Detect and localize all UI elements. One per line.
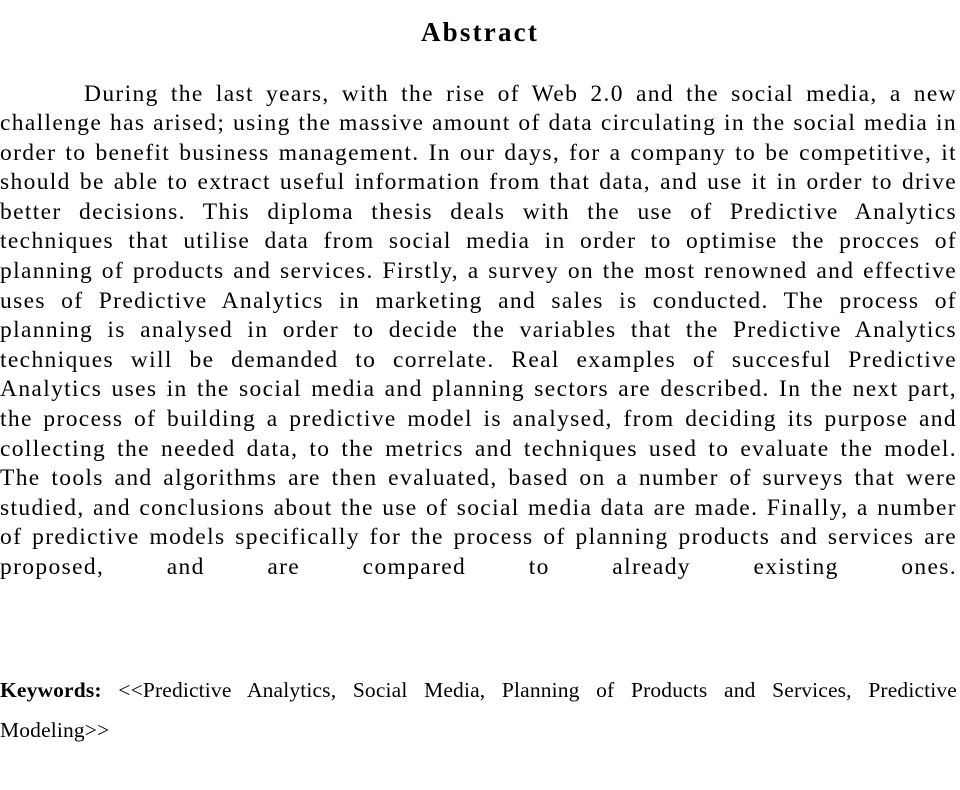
keywords-block: Keywords: <<Predictive Analytics, Social… xyxy=(0,670,957,790)
page-title: Abstract xyxy=(420,17,540,48)
keywords-label: Keywords: xyxy=(0,677,119,702)
abstract-paragraph: During the last years, with the rise of … xyxy=(0,80,957,581)
keywords-value: <<Predictive Analytics, Social Media, Pl… xyxy=(0,677,957,742)
abstract-page: Abstract During the last years, with the… xyxy=(0,0,960,742)
